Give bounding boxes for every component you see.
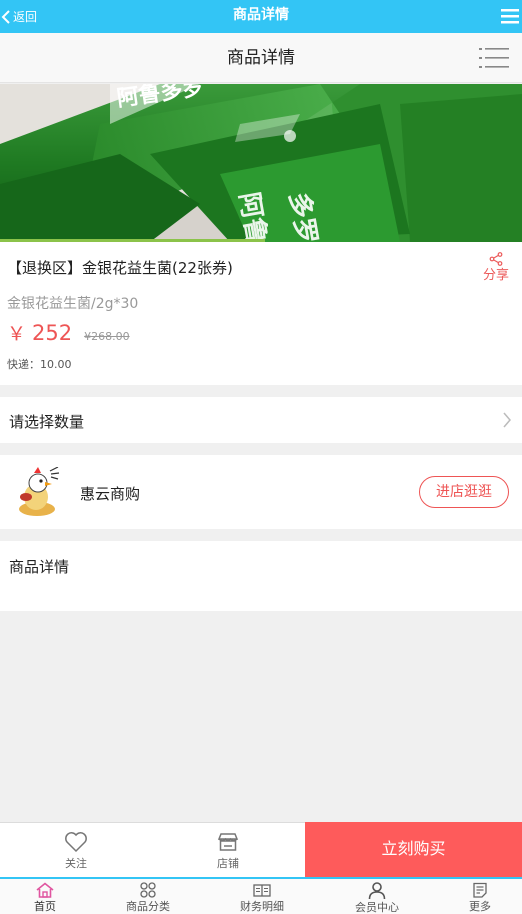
share-button[interactable]: 分享 (481, 252, 511, 283)
home-icon (36, 882, 54, 898)
shipping-fee: 快递：10.00 (7, 358, 72, 371)
product-price: 252 (32, 321, 73, 345)
product-details-section: 商品详情 (0, 541, 522, 611)
product-image[interactable]: 阿鲁多罗 阿鲁 多罗 (0, 84, 522, 242)
original-price: ¥268.00 (84, 330, 130, 343)
back-label: 返回 (13, 10, 38, 24)
nav-categories[interactable]: 商品分类 (98, 879, 198, 914)
nav-categories-label: 商品分类 (126, 900, 170, 913)
notes-icon (473, 882, 487, 898)
book-icon (253, 884, 271, 897)
heart-icon (65, 832, 87, 853)
follow-label: 关注 (65, 857, 87, 870)
bottom-nav: 首页 商品分类 财务明细 会员中心 更多 (0, 877, 522, 914)
share-label: 分享 (482, 268, 509, 283)
page-header: 商品详情 (0, 33, 522, 83)
grid-icon (140, 882, 156, 898)
nav-finance-label: 财务明细 (240, 900, 284, 913)
store-card: 惠云商购 进店逛逛 (0, 455, 522, 529)
product-name: 【退换区】金银花益生菌(22张券) (7, 259, 233, 277)
chevron-right-icon (503, 412, 511, 428)
quantity-label: 请选择数量 (9, 413, 85, 431)
list-menu-icon[interactable] (479, 47, 509, 69)
store-icon (217, 833, 239, 851)
page-title: 商品详情 (227, 48, 295, 68)
nav-home[interactable]: 首页 (0, 879, 95, 914)
quantity-selector[interactable]: 请选择数量 (0, 397, 522, 443)
price-row: ￥ 252 ¥268.00 (7, 319, 130, 346)
top-bar: 返回 商品详情 (0, 0, 522, 33)
store-name: 惠云商购 (80, 485, 141, 503)
chevron-left-icon (1, 9, 10, 24)
store-label: 店铺 (217, 857, 239, 870)
store-button[interactable]: 店铺 (152, 823, 304, 878)
nav-home-label: 首页 (34, 900, 56, 913)
menu-icon[interactable] (501, 6, 519, 26)
nav-member[interactable]: 会员中心 (327, 879, 427, 914)
back-button[interactable]: 返回 (0, 0, 60, 33)
nav-more[interactable]: 更多 (430, 879, 522, 914)
visit-store-button[interactable]: 进店逛逛 (419, 476, 509, 508)
nav-finance[interactable]: 财务明细 (212, 879, 312, 914)
top-bar-title: 商品详情 (233, 7, 289, 23)
nav-member-label: 会员中心 (355, 901, 399, 914)
follow-button[interactable]: 关注 (0, 823, 152, 878)
product-spec: 金银花益生菌/2g*30 (7, 296, 139, 312)
action-bar: 关注 店铺 立刻购买 (0, 822, 522, 878)
nav-more-label: 更多 (469, 900, 491, 913)
store-logo[interactable] (14, 466, 60, 517)
currency-symbol: ￥ (7, 323, 27, 345)
details-label: 商品详情 (9, 558, 70, 576)
user-icon (368, 882, 386, 899)
buy-now-button[interactable]: 立刻购买 (305, 822, 522, 878)
product-info: 【退换区】金银花益生菌(22张券) 分享 金银花益生菌/2g*30 ￥ 252 … (0, 242, 522, 385)
